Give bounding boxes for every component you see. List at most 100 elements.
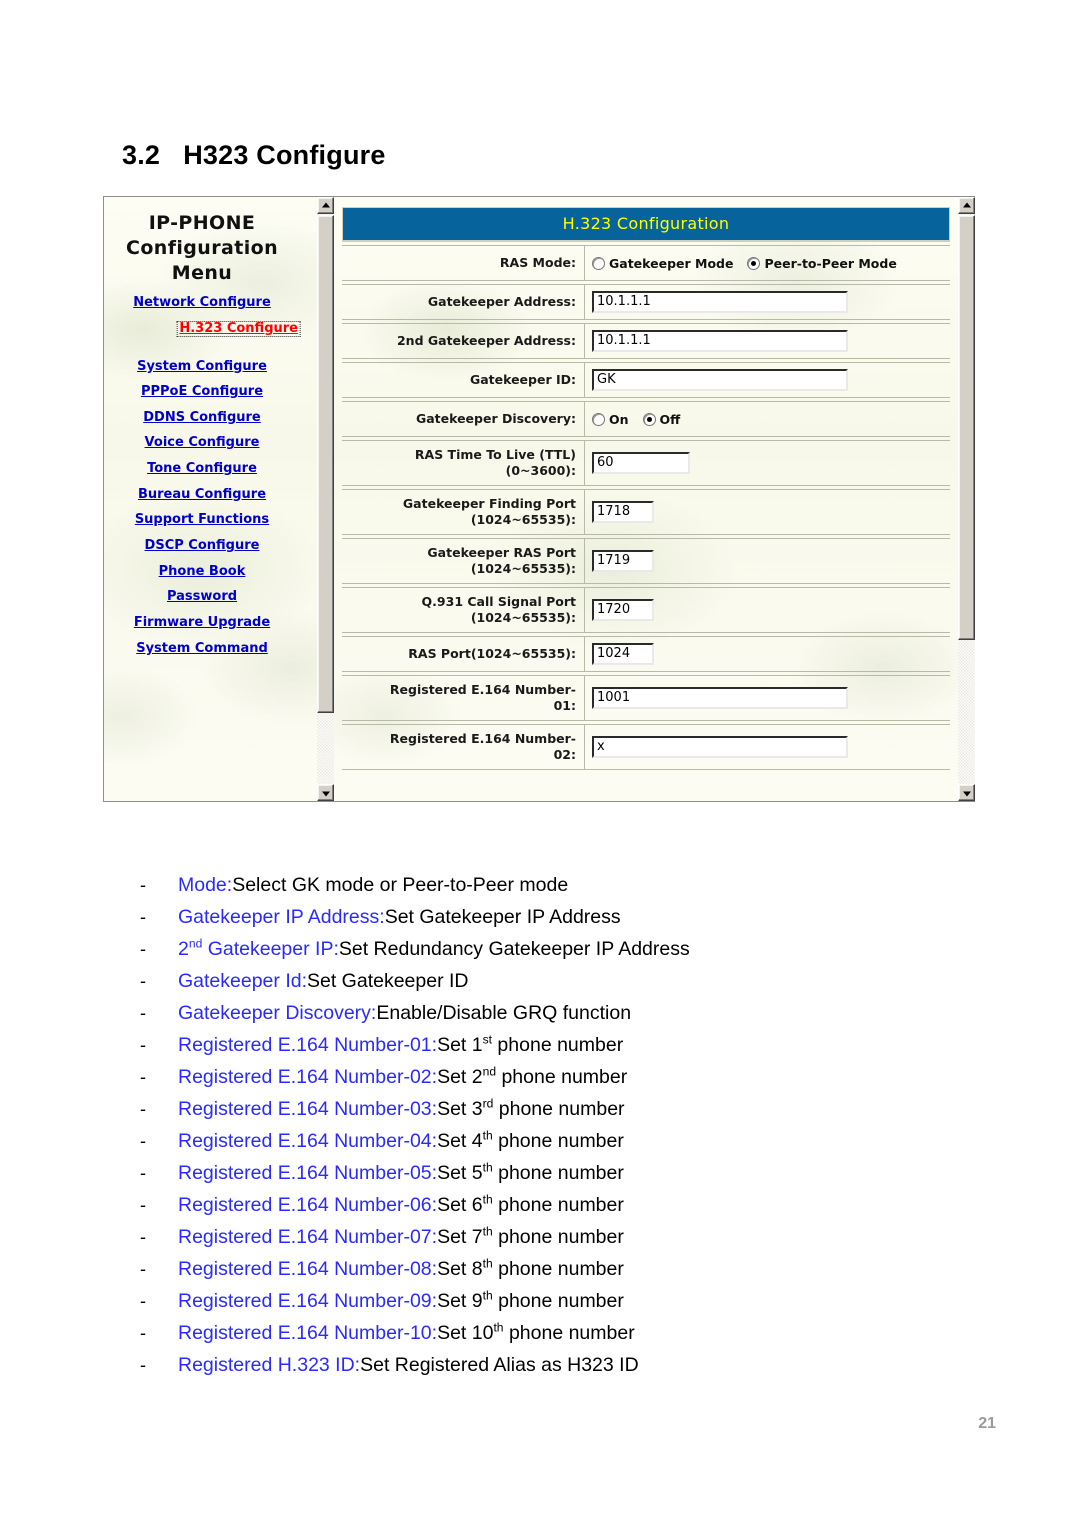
text-input[interactable]: 1001 (592, 687, 848, 709)
form-row: 2nd Gatekeeper Address: 10.1.1.1 (342, 323, 950, 359)
form-row-label: Gatekeeper RAS Port (1024~65535): (342, 539, 585, 583)
radio-selected-icon[interactable] (747, 256, 761, 270)
list-item-description: Set 1st phone number (437, 1032, 624, 1057)
list-bullet-dash: - (140, 1163, 146, 1184)
text-input[interactable]: 1024 (592, 643, 654, 665)
scroll-down-arrow-icon[interactable] (317, 784, 334, 801)
form-row: Registered E.164 Number- 01: 1001 (342, 675, 950, 721)
list-item-description: Set 5th phone number (437, 1160, 624, 1185)
scroll-up-arrow-icon[interactable] (317, 197, 334, 214)
sidebar-item-phone-book[interactable]: Phone Book (104, 564, 300, 579)
form-row: RAS Mode: Gatekeeper Mode Peer-to-Peer Mod… (342, 245, 950, 281)
sidebar-item-network-configure[interactable]: Network Configure (104, 296, 300, 310)
list-bullet-dash: - (140, 1131, 146, 1152)
list-item-description: Set 7th phone number (437, 1224, 624, 1249)
list-item-term: Registered E.164 Number-06: (178, 1194, 438, 1217)
sidebar-item-voice-configure[interactable]: Voice Configure (104, 436, 300, 450)
list-bullet-dash: - (140, 1195, 146, 1216)
list-item-description: Set 9th phone number (437, 1288, 624, 1313)
radio-group: On Off (592, 412, 680, 427)
form-row-label: RAS Mode: (342, 246, 585, 280)
text-input[interactable]: 60 (592, 452, 690, 474)
list-item: - Registered E.164 Number-10: Set 10th ph… (140, 1322, 1000, 1345)
list-item: - Registered E.164 Number-08: Set 8th pho… (140, 1256, 1000, 1281)
list-item-term: Registered H.323 ID: (178, 1354, 361, 1377)
page-number: 21 (978, 1415, 996, 1432)
menu-pane: IP-PHONE Configuration Menu Network Conf… (103, 196, 317, 802)
sidebar-item-support-functions[interactable]: Support Functions (104, 513, 300, 527)
radio-unselected-icon[interactable] (592, 256, 605, 270)
scrollbar-thumb[interactable] (317, 215, 334, 713)
form-row: RAS Time To Live (TTL) (0~3600): 60 (342, 440, 950, 486)
radio-selected-icon[interactable] (642, 412, 656, 426)
form-row-label: Gatekeeper Discovery: (342, 402, 585, 436)
sidebar-item-ddns-configure[interactable]: DDNS Configure (104, 411, 300, 425)
page-title: 3.2 H323 Configure (122, 140, 386, 170)
text-input[interactable]: 10.1.1.1 (592, 330, 848, 352)
radio-option[interactable]: On (592, 412, 629, 427)
list-item: - Registered H.323 ID: Set Registered Ali… (140, 1354, 1000, 1377)
list-item-term: Registered E.164 Number-03: (178, 1098, 438, 1121)
radio-unselected-icon[interactable] (592, 412, 605, 426)
sidebar-item-system-command[interactable]: System Command (104, 641, 300, 656)
text-input[interactable]: 1718 (592, 501, 654, 523)
list-item-description: Set Redundancy Gatekeeper IP Address (338, 938, 690, 961)
text-input[interactable]: 10.1.1.1 (592, 291, 848, 313)
text-input[interactable]: x (592, 736, 848, 758)
list-item-description: Set 2nd phone number (437, 1064, 628, 1089)
sidebar-item-tone-configure[interactable]: Tone Configure (104, 462, 300, 476)
menu-inner: IP-PHONE Configuration Menu Network Conf… (104, 197, 301, 801)
form-row: Gatekeeper ID: GK (342, 362, 950, 398)
form-row-label: RAS Time To Live (TTL) (0~3600): (342, 441, 585, 485)
list-item-description: Enable/Disable GRQ function (376, 1002, 632, 1025)
list-item: - Gatekeeper Id: Set Gatekeeper ID (140, 970, 1000, 993)
ordinal-suffix: th (482, 1288, 493, 1303)
list-bullet-dash: - (140, 939, 146, 960)
radio-option[interactable]: Off (642, 411, 681, 427)
sidebar-item-firmware-upgrade[interactable]: Firmware Upgrade (104, 616, 300, 630)
radio-group: Gatekeeper Mode Peer-to-Peer Mode (592, 256, 897, 271)
h323-config-rows: RAS Mode: Gatekeeper Mode Peer-to-Peer Mod… (342, 245, 950, 770)
list-bullet-dash: - (140, 907, 146, 928)
form-row-value: 1719 (585, 539, 950, 583)
form-row-value: 60 (585, 441, 950, 485)
radio-option-label: Off (659, 411, 681, 427)
scroll-down-arrow-icon[interactable] (958, 784, 975, 801)
scrollbar-thumb[interactable] (958, 215, 975, 640)
h323-config-card: H.323 Configuration (342, 207, 950, 242)
ordinal-suffix: th (482, 1128, 493, 1143)
radio-option[interactable]: Gatekeeper Mode (592, 256, 733, 271)
form-row: Registered E.164 Number- 02: x (342, 724, 950, 770)
list-item-term: 2nd Gatekeeper IP: (178, 936, 339, 961)
list-item-description: Set Registered Alias as H323 ID (360, 1354, 639, 1377)
form-row: Gatekeeper Finding Port (1024~65535): 171… (342, 489, 950, 535)
form-pane-scrollbar[interactable] (958, 196, 975, 802)
list-item-description: Set 3rd phone number (437, 1096, 625, 1121)
form-row-value: Gatekeeper Mode Peer-to-Peer Mode (585, 246, 950, 280)
text-input[interactable]: 1719 (592, 550, 654, 572)
list-bullet-dash: - (140, 1259, 146, 1280)
sidebar-item-password[interactable]: Password (104, 590, 300, 604)
form-row-label: Gatekeeper Address: (342, 285, 585, 319)
text-input[interactable]: 1720 (592, 599, 654, 621)
list-item: - Registered E.164 Number-06: Set 6th pho… (140, 1194, 1000, 1217)
list-item: - Registered E.164 Number-01: Set 1st pho… (140, 1032, 1000, 1057)
sidebar-item-h-323-configure[interactable]: H.323 Configure (176, 320, 301, 337)
form-row-value: x (585, 725, 950, 769)
list-item: - 2nd Gatekeeper IP: Set Redundancy Gatek… (140, 936, 1000, 961)
ordinal-suffix: th (482, 1256, 493, 1271)
form-row-value: 10.1.1.1 (585, 324, 950, 358)
menu-pane-scrollbar[interactable] (317, 196, 334, 802)
sidebar-item-bureau-configure[interactable]: Bureau Configure (104, 488, 300, 502)
list-item-term: Registered E.164 Number-04: (178, 1130, 438, 1153)
sidebar-item-system-configure[interactable]: System Configure (104, 359, 300, 374)
sidebar-item-dscp-configure[interactable]: DSCP Configure (104, 539, 300, 553)
sidebar-item-pppoe-configure[interactable]: PPPoE Configure (104, 385, 300, 399)
text-input[interactable]: GK (592, 369, 848, 391)
scroll-up-arrow-icon[interactable] (958, 197, 975, 214)
radio-option-label: Gatekeeper Mode (609, 255, 734, 271)
list-item: - Registered E.164 Number-02: Set 2nd pho… (140, 1064, 1000, 1089)
radio-option[interactable]: Peer-to-Peer Mode (747, 256, 897, 271)
form-row: Q.931 Call Signal Port (1024~65535): 1720 (342, 587, 950, 633)
list-bullet-dash: - (140, 1035, 146, 1056)
